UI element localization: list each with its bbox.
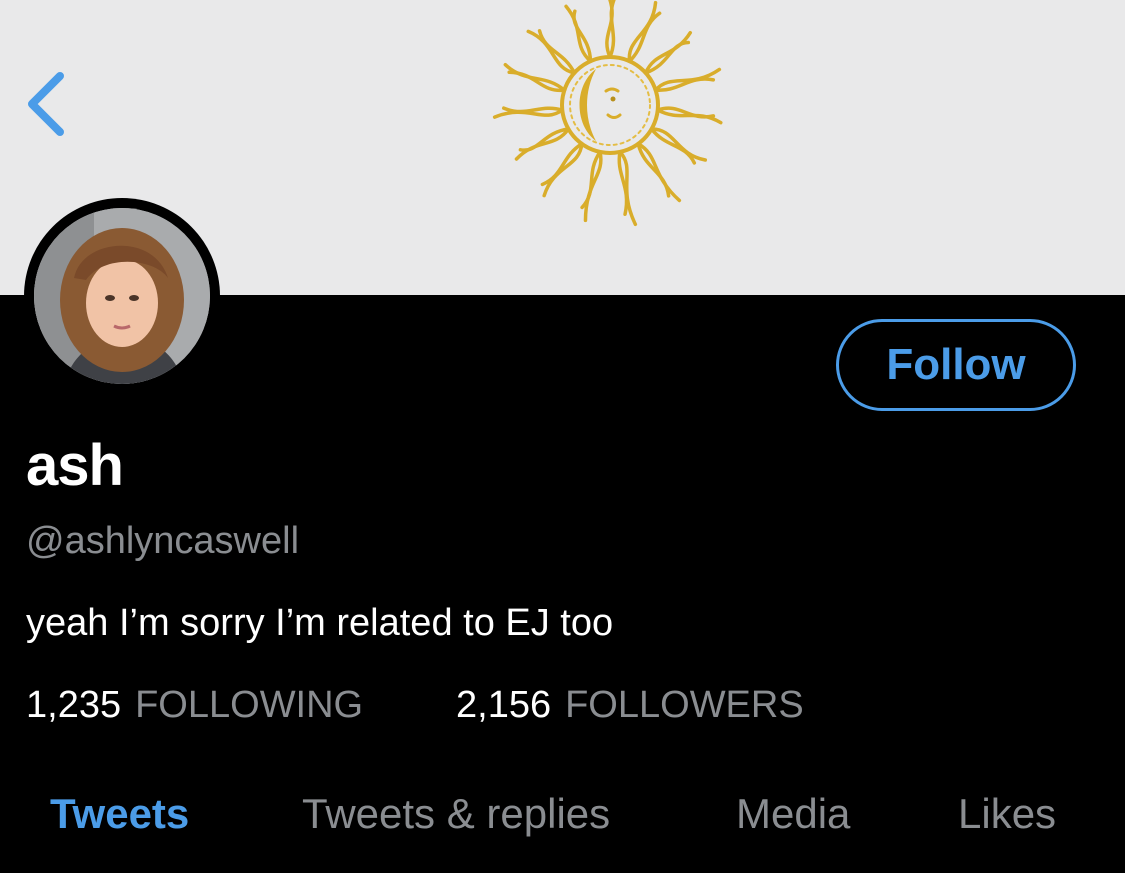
tab-media[interactable]: Media: [736, 790, 850, 838]
avatar[interactable]: [34, 208, 210, 384]
tab-tweets-and-replies[interactable]: Tweets & replies: [302, 790, 610, 838]
following-stat[interactable]: 1,235 FOLLOWING: [26, 684, 456, 727]
chevron-left-icon[interactable]: [20, 68, 72, 140]
sun-icon: [492, 0, 723, 227]
username-handle: @ashlyncaswell: [26, 520, 300, 562]
profile-tabs: Tweets Tweets & replies Media Likes: [0, 790, 1125, 850]
followers-stat[interactable]: 2,156 FOLLOWERS: [456, 684, 804, 727]
follow-button[interactable]: Follow: [836, 319, 1076, 411]
followers-label: FOLLOWERS: [565, 684, 804, 726]
following-count: 1,235: [26, 684, 122, 726]
profile-photo: [34, 208, 210, 384]
followers-count: 2,156: [456, 684, 552, 726]
profile-bio: yeah I’m sorry I’m related to EJ too: [26, 602, 614, 644]
following-label: FOLLOWING: [135, 684, 364, 726]
display-name: ash: [26, 433, 124, 498]
tab-tweets[interactable]: Tweets: [50, 790, 189, 838]
tab-likes[interactable]: Likes: [958, 790, 1056, 838]
profile-stats: 1,235 FOLLOWING 2,156 FOLLOWERS: [26, 684, 804, 727]
